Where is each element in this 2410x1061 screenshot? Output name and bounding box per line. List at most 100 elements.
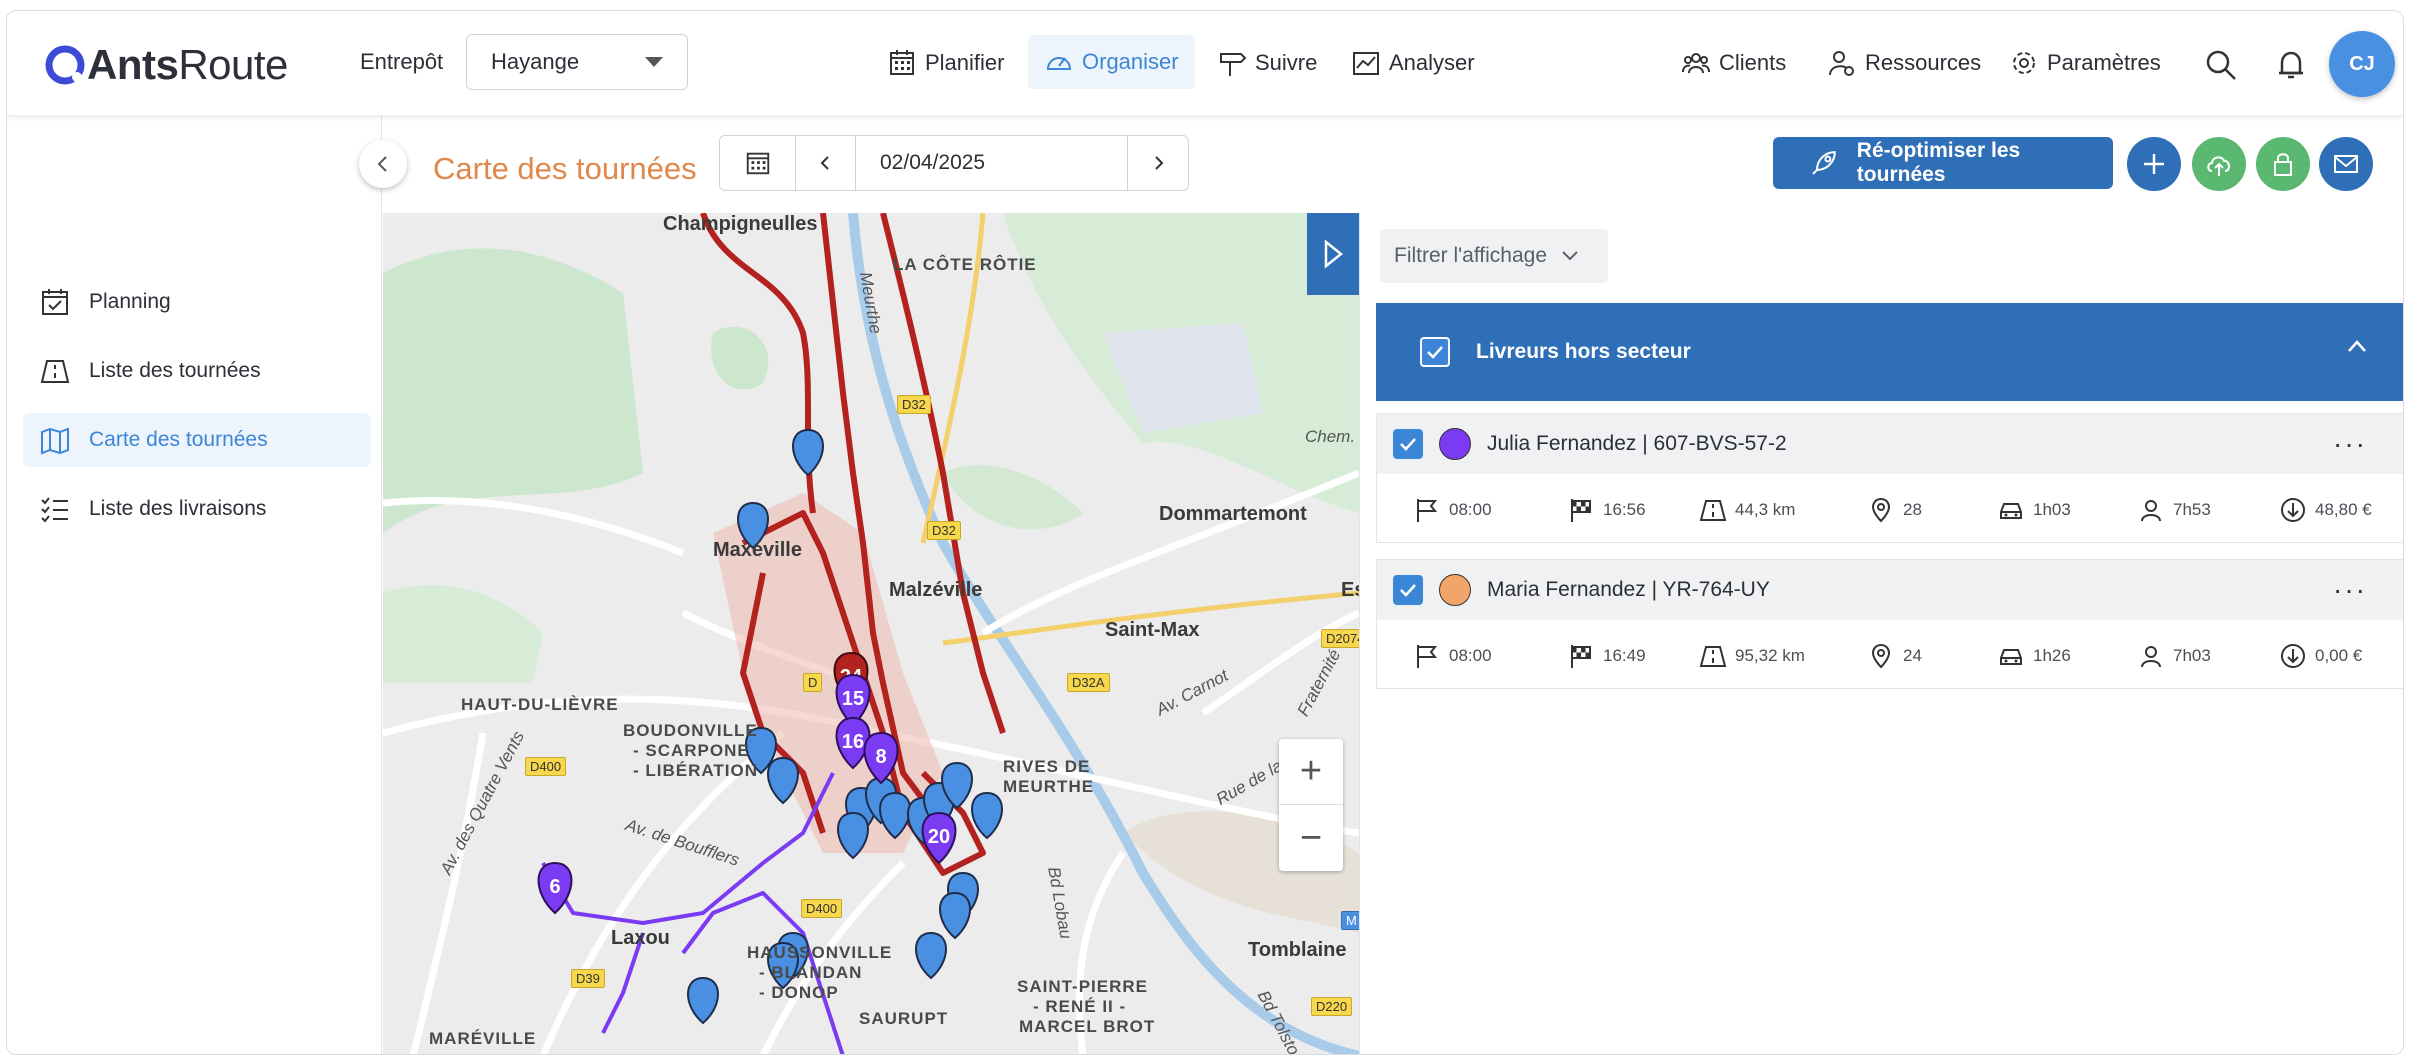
filter-label: Filtrer l'affichage bbox=[1394, 244, 1548, 267]
map-label-boudonville-2: - SCARPONE bbox=[633, 741, 750, 760]
driver-color-dot bbox=[1439, 574, 1471, 606]
driver-color-dot bbox=[1439, 428, 1471, 460]
sidebar-item-label: Planning bbox=[89, 290, 171, 313]
route-map[interactable]: 24 15 16 8 20 6 Champigneull bbox=[383, 213, 1359, 1054]
zoom-in-button[interactable]: + bbox=[1279, 739, 1343, 805]
stat-cost: 48,80 € bbox=[2279, 496, 2372, 524]
arrow-down-circle-icon bbox=[2281, 644, 2305, 668]
group-title: Livreurs hors secteur bbox=[1476, 340, 1691, 363]
chevron-right-icon bbox=[1155, 156, 1164, 170]
previous-day-button[interactable] bbox=[796, 136, 856, 190]
reoptimize-button[interactable]: Ré-optimiser les tournées bbox=[1773, 137, 2113, 189]
road-badge-d: D bbox=[803, 673, 823, 692]
filter-button[interactable]: Filtrer l'affichage bbox=[1380, 229, 1608, 283]
logo-text: AntsRoute bbox=[87, 41, 288, 88]
nav-parametres[interactable]: Paramètres bbox=[2009, 45, 2161, 81]
entrepot-label: Entrepôt bbox=[360, 49, 444, 74]
sidebar-collapse-button[interactable] bbox=[359, 140, 407, 188]
sidebar-item-label: Liste des livraisons bbox=[89, 497, 267, 520]
logo[interactable]: AntsRoute bbox=[43, 39, 288, 91]
stat-drive: 1h26 bbox=[1997, 642, 2071, 670]
road-badge-d39: D39 bbox=[571, 969, 605, 988]
nav-ressources[interactable]: Ressources bbox=[1827, 45, 1981, 81]
sidebar-item-label: Liste des tournées bbox=[89, 359, 261, 382]
nav-clients-label: Clients bbox=[1719, 50, 1787, 75]
nav-analyser[interactable]: Analyser bbox=[1351, 45, 1475, 81]
driver-header[interactable]: Julia Fernandez | 607-BVS-57-2 ··· bbox=[1377, 414, 2403, 474]
calendar-check-icon bbox=[42, 289, 68, 315]
map-label-haussonville-1: HAUSSONVILLE bbox=[747, 943, 893, 962]
nav-analyser-label: Analyser bbox=[1389, 50, 1475, 75]
map-label-rives-2: MEURTHE bbox=[1003, 777, 1095, 796]
gauge-icon bbox=[1046, 57, 1072, 70]
sidebar-item-liste-livraisons[interactable]: Liste des livraisons bbox=[23, 482, 371, 536]
more-options-icon[interactable]: ··· bbox=[2333, 428, 2367, 460]
next-day-button[interactable] bbox=[1128, 136, 1188, 190]
add-button[interactable] bbox=[2127, 137, 2181, 191]
person-icon bbox=[2141, 500, 2161, 522]
road-icon bbox=[1699, 500, 1727, 521]
nav-organiser-label: Organiser bbox=[1082, 49, 1179, 74]
nav-organiser[interactable]: Organiser bbox=[1028, 35, 1195, 89]
sidebar-item-liste-tournees[interactable]: Liste des tournées bbox=[23, 344, 371, 398]
map-label-chem: Chem. bbox=[1305, 427, 1356, 446]
lock-icon bbox=[2274, 153, 2292, 176]
stat-start: 08:00 bbox=[1413, 642, 1492, 670]
chevron-down-icon bbox=[1562, 251, 1578, 261]
driver-header[interactable]: Maria Fernandez | YR-764-UY ··· bbox=[1377, 560, 2403, 620]
sidebar-item-planning[interactable]: Planning bbox=[23, 275, 371, 329]
map-label-malzeville: Malzéville bbox=[889, 579, 983, 601]
driver-checkbox[interactable] bbox=[1393, 429, 1423, 459]
stat-work: 7h53 bbox=[2137, 496, 2211, 524]
avatar[interactable]: CJ bbox=[2329, 31, 2395, 97]
map-label-haussonville-2: - BLANDAN bbox=[759, 963, 863, 982]
stat-work-value: 7h53 bbox=[2173, 500, 2211, 519]
map-label-maxeville: Maxéville bbox=[713, 539, 802, 561]
flag-icon bbox=[1417, 645, 1438, 668]
search-icon[interactable] bbox=[2203, 47, 2239, 83]
pin-label: 16 bbox=[842, 731, 864, 753]
map-label-dommartemont: Dommartemont bbox=[1159, 503, 1307, 525]
group-header[interactable]: Livreurs hors secteur bbox=[1376, 303, 2403, 401]
upload-button[interactable] bbox=[2192, 137, 2246, 191]
driver-checkbox[interactable] bbox=[1393, 575, 1423, 605]
chevron-up-icon[interactable] bbox=[2346, 339, 2368, 353]
calendar-button[interactable] bbox=[720, 136, 796, 190]
map-label-saint-max: Saint-Max bbox=[1105, 619, 1200, 641]
users-icon bbox=[1682, 53, 1710, 74]
date-field[interactable]: 02/04/2025 bbox=[856, 136, 1128, 190]
map-label-cote-rotie: LA CÔTE RÔTIE bbox=[893, 255, 1037, 274]
map-pin-20[interactable]: 20 bbox=[921, 811, 957, 865]
check-icon bbox=[1400, 438, 1416, 451]
driver-card: Maria Fernandez | YR-764-UY ··· 08:00 16… bbox=[1376, 559, 2403, 689]
sidebar-item-carte-tournees[interactable]: Carte des tournées bbox=[23, 413, 371, 467]
nav-suivre[interactable]: Suivre bbox=[1217, 45, 1317, 81]
car-icon bbox=[2000, 503, 2022, 519]
routes-panel: Filtrer l'affichage Livreurs hors secteu… bbox=[1359, 213, 2403, 1054]
user-gear-icon bbox=[1829, 51, 1854, 76]
nav-planifier-label: Planifier bbox=[925, 50, 1005, 75]
toggle-panel-button[interactable] bbox=[1307, 213, 1359, 295]
route-list-icon bbox=[40, 360, 70, 383]
bell-icon[interactable] bbox=[2273, 47, 2309, 83]
top-bar: AntsRoute Entrepôt Hayange Planifier Org… bbox=[7, 11, 2403, 115]
zoom-out-button[interactable]: − bbox=[1279, 805, 1343, 871]
map-icon bbox=[41, 427, 69, 455]
nav-clients[interactable]: Clients bbox=[1681, 45, 1786, 81]
lock-button[interactable] bbox=[2256, 137, 2310, 191]
entrepot-select[interactable]: Hayange bbox=[466, 34, 688, 90]
rocket-icon bbox=[1812, 151, 1836, 175]
driver-card: Julia Fernandez | 607-BVS-57-2 ··· 08:00… bbox=[1376, 413, 2403, 543]
stat-end: 16:49 bbox=[1567, 642, 1646, 670]
sidebar: Planning Liste des tournées Carte des to… bbox=[7, 115, 382, 1054]
map-label-laxou: Laxou bbox=[611, 927, 670, 949]
email-button[interactable] bbox=[2319, 137, 2373, 191]
stat-distance: 95,32 km bbox=[1699, 642, 1805, 670]
road-badge-d32: D32 bbox=[927, 521, 961, 540]
group-checkbox[interactable] bbox=[1420, 337, 1450, 367]
map-label-champigneulles: Champigneulles bbox=[663, 213, 818, 235]
map-label-saint-pierre-3: MARCEL BROT bbox=[1019, 1017, 1156, 1036]
stat-drive-value: 1h03 bbox=[2033, 500, 2071, 519]
nav-planifier[interactable]: Planifier bbox=[887, 45, 1004, 81]
more-options-icon[interactable]: ··· bbox=[2333, 574, 2367, 606]
